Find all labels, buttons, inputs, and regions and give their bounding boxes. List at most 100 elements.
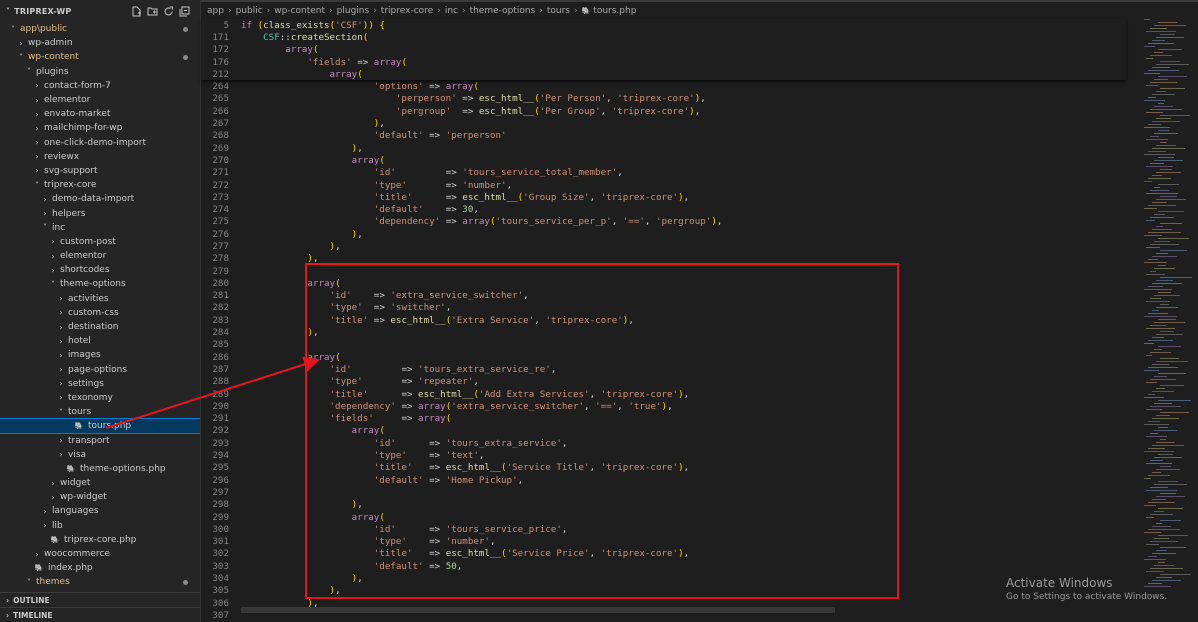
breadcrumb-item[interactable]: app <box>207 6 224 16</box>
line-number: 284 <box>212 327 229 339</box>
minimap-line <box>1154 133 1178 134</box>
code-line[interactable]: 276 ), <box>201 228 1126 240</box>
watermark-title: Activate Windows <box>1006 576 1113 590</box>
tree-folder-item[interactable]: › wp-admin <box>0 36 200 50</box>
tree-folder-item[interactable]: › demo-data-import <box>0 192 200 206</box>
tree-folder-item[interactable]: › one-click-demo-import <box>0 136 200 150</box>
tree-folder-item[interactable]: ˅ app\public <box>0 22 200 36</box>
tree-folder-item[interactable]: › contact-form-7 <box>0 79 200 93</box>
minimap-line <box>1154 106 1173 107</box>
tree-file-item[interactable]: 🐘 triprex-core.php <box>0 533 200 547</box>
explorer-header[interactable]: ˅ TRIPREX-WP <box>0 0 200 22</box>
tree-file-item[interactable]: 🐘 tours.php <box>0 418 200 435</box>
new-file-icon[interactable] <box>131 6 142 17</box>
code-line[interactable]: 277 ), <box>201 240 1126 252</box>
breadcrumb-item[interactable]: inc <box>445 6 458 16</box>
code-line[interactable]: 269 ), <box>201 142 1126 154</box>
tree-folder-item[interactable]: › reviewx <box>0 150 200 164</box>
code-line[interactable]: 271 'id' => 'tours_service_total_member'… <box>201 167 1126 179</box>
outline-panel-header[interactable]: › OUTLINE <box>0 592 200 607</box>
tree-folder-item[interactable]: › helpers <box>0 206 200 220</box>
tree-folder-item[interactable]: › activities <box>0 292 200 306</box>
line-number: 281 <box>212 290 229 302</box>
tree-file-item[interactable]: 🐘 theme-options.php <box>0 462 200 476</box>
tree-folder-item[interactable]: › wp-widget <box>0 490 200 504</box>
tree-folder-item[interactable]: ˅ plugins <box>0 65 200 79</box>
sticky-scroll-header[interactable]: 5 if (class_exists('CSF')) {171 CSF::crea… <box>201 19 1126 81</box>
line-number: 278 <box>212 253 229 265</box>
tree-folder-item[interactable]: ˅ themes <box>0 575 200 589</box>
tree-folder-item[interactable]: › lib <box>0 519 200 533</box>
tree-folder-item[interactable]: › images <box>0 348 200 362</box>
breadcrumb-item[interactable]: tours.php <box>593 6 636 16</box>
tree-folder-item[interactable]: › destination <box>0 320 200 334</box>
horizontal-scrollbar[interactable] <box>241 607 835 613</box>
minimap-line <box>1150 487 1168 488</box>
breadcrumb-item[interactable]: triprex-core <box>381 6 433 16</box>
tree-folder-item[interactable]: › elementor <box>0 249 200 263</box>
code-line[interactable]: 270 array( <box>201 154 1126 166</box>
tree-folder-item[interactable]: › woocommerce <box>0 547 200 561</box>
code-line[interactable]: 274 'default' => 30, <box>201 203 1126 215</box>
collapse-all-icon[interactable] <box>179 6 190 17</box>
tree-folder-item[interactable]: › custom-css <box>0 306 200 320</box>
tree-item-label: one-click-demo-import <box>44 137 147 148</box>
tree-folder-item[interactable]: ˅ theme-options <box>0 277 200 291</box>
new-folder-icon[interactable] <box>147 6 158 17</box>
refresh-icon[interactable] <box>163 6 174 17</box>
code-line[interactable]: 267 ), <box>201 117 1126 129</box>
code-line[interactable]: 265 'perperson' => esc_html__('Per Perso… <box>201 93 1126 105</box>
tree-item-label: demo-data-import <box>52 194 135 205</box>
tree-folder-item[interactable]: ˅ inc <box>0 221 200 235</box>
tree-folder-item[interactable]: › languages <box>0 504 200 518</box>
minimap-line <box>1150 217 1174 218</box>
tree-folder-item[interactable]: ˅ tours <box>0 405 200 419</box>
tree-folder-item[interactable]: › custom-post <box>0 235 200 249</box>
code-line[interactable]: 266 'pergroup' => esc_html__('Per Group'… <box>201 105 1126 117</box>
breadcrumb-item[interactable]: wp-content <box>274 6 325 16</box>
tree-folder-item[interactable]: › mailchimp-for-wp <box>0 121 200 135</box>
timeline-label: TIMELINE <box>13 610 53 620</box>
code-line[interactable]: 272 'type' => 'number', <box>201 179 1126 191</box>
chevron-right-icon: › <box>59 393 63 403</box>
breadcrumb-item[interactable]: tours <box>547 6 570 16</box>
code-line[interactable]: 176 'fields' => array( <box>201 56 1126 68</box>
breadcrumb-item[interactable]: public <box>236 6 263 16</box>
timeline-panel-header[interactable]: › TIMELINE <box>0 607 200 622</box>
tree-folder-item[interactable]: ˅ wp-content <box>0 50 200 64</box>
minimap[interactable] <box>1126 19 1198 614</box>
chevron-down-icon[interactable]: ˅ <box>6 7 10 16</box>
tree-folder-item[interactable]: › svg-support <box>0 164 200 178</box>
tree-item-label: helpers <box>52 208 86 219</box>
workspace-title[interactable]: TRIPREX-WP <box>14 7 131 16</box>
code-line[interactable]: 273 'title' => esc_html__('Group Size', … <box>201 191 1126 203</box>
minimap-line <box>1152 94 1175 95</box>
tree-folder-item[interactable]: › settings <box>0 377 200 391</box>
minimap-line <box>1154 403 1172 404</box>
code-line[interactable]: 172 array( <box>201 44 1126 56</box>
breadcrumb: app › public › wp-content › plugins › triprex-co… <box>201 0 1198 19</box>
code-line[interactable]: 171 CSF::createSection( <box>201 31 1126 43</box>
code-line[interactable]: 5 if (class_exists('CSF')) { <box>201 19 1126 31</box>
breadcrumb-item[interactable]: theme-options <box>470 6 536 16</box>
tree-folder-item[interactable]: › hotel <box>0 334 200 348</box>
php-file-icon: 🐘 <box>34 564 44 573</box>
tree-folder-item[interactable]: › shortcodes <box>0 263 200 277</box>
code-line[interactable]: 268 'default' => 'perperson' <box>201 130 1126 142</box>
code-line[interactable]: 212 array( <box>201 68 1126 80</box>
tree-folder-item[interactable]: › elementor <box>0 93 200 107</box>
breadcrumb-separator-icon: › <box>437 5 441 16</box>
tree-folder-item[interactable]: › texonomy <box>0 391 200 405</box>
code-line[interactable]: 275 'dependency' => array('tours_service… <box>201 216 1126 228</box>
tree-folder-item[interactable]: › transport <box>0 433 200 447</box>
tree-folder-item[interactable]: › visa <box>0 448 200 462</box>
tree-folder-item[interactable]: ˅ triprex-core <box>0 178 200 192</box>
minimap-line <box>1146 436 1167 437</box>
tree-folder-item[interactable]: › widget <box>0 476 200 490</box>
code-line[interactable]: 264 'options' => array( <box>201 80 1126 92</box>
tree-folder-item[interactable]: › envato-market <box>0 107 200 121</box>
breadcrumb-item[interactable]: plugins <box>337 6 370 16</box>
tree-file-item[interactable]: 🐘 index.php <box>0 561 200 575</box>
tree-folder-item[interactable]: › page-options <box>0 363 200 377</box>
minimap-line <box>1144 451 1174 452</box>
